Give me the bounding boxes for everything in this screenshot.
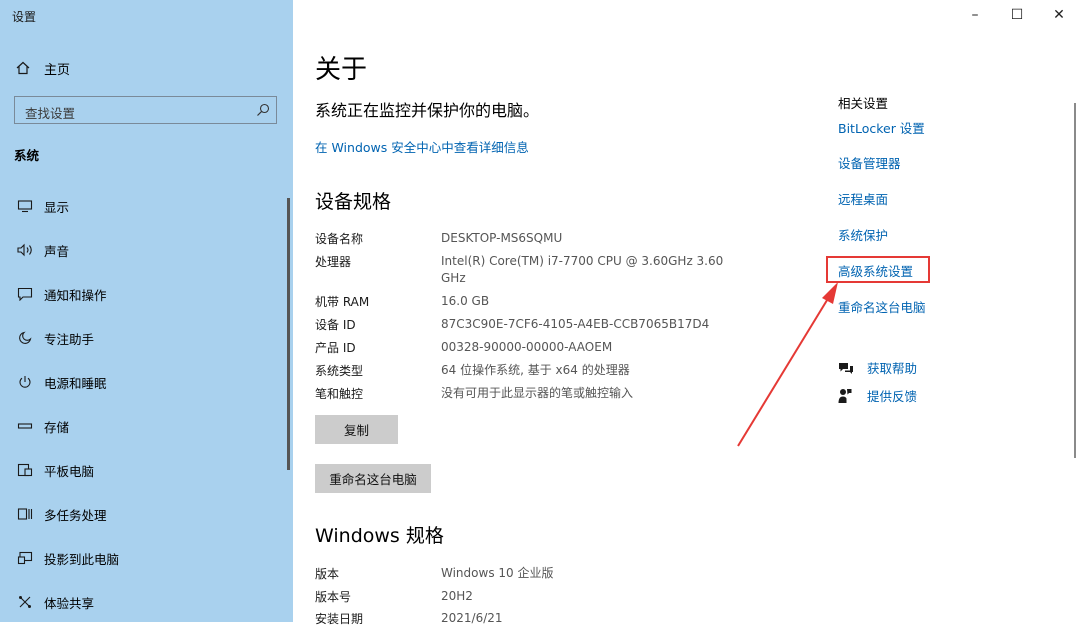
search-placeholder: 查找设置: [25, 106, 76, 121]
app-title: 设置: [12, 10, 37, 24]
page-title: 关于: [315, 55, 368, 85]
spec-value: 20H2: [441, 589, 473, 603]
spec-label: 设备名称: [315, 232, 364, 246]
sidebar-item-power-sleep[interactable]: 电源和睡眠: [0, 364, 284, 400]
maximize-button[interactable]: ☐: [996, 0, 1038, 30]
minimize-button[interactable]: –: [954, 0, 996, 30]
sidebar-item-label: 专注助手: [44, 331, 95, 347]
sidebar-item-focus-assist[interactable]: 专注助手: [0, 320, 284, 356]
spec-value: Intel(R) Core(TM) i7-7700 CPU @ 3.60GHz …: [441, 254, 724, 285]
spec-value: 没有可用于此显示器的笔或触控输入: [441, 386, 634, 400]
projector-icon: [15, 551, 35, 565]
sidebar-item-label: 存储: [44, 419, 70, 435]
sidebar-item-label: 声音: [44, 243, 70, 259]
feedback-icon: [838, 388, 854, 404]
storage-icon: [15, 421, 35, 431]
copy-button[interactable]: 复制: [315, 415, 398, 444]
sidebar-item-label: 通知和操作: [44, 287, 107, 303]
spec-label: 安装日期: [315, 612, 364, 626]
sidebar-scrollbar[interactable]: [287, 198, 290, 470]
spec-value: 64 位操作系统, 基于 x64 的处理器: [441, 363, 630, 377]
sidebar-item-multitasking[interactable]: 多任务处理: [0, 496, 284, 532]
spec-value: 16.0 GB: [441, 294, 490, 308]
spec-label: 设备 ID: [315, 318, 356, 332]
sidebar-item-tablet[interactable]: 平板电脑: [0, 452, 284, 488]
close-button[interactable]: ✕: [1038, 0, 1080, 30]
search-input[interactable]: 查找设置: [14, 96, 277, 124]
sidebar-home[interactable]: 主页: [16, 58, 70, 78]
related-settings-heading: 相关设置: [838, 96, 889, 111]
spec-label: 产品 ID: [315, 341, 356, 355]
feedback-link[interactable]: 提供反馈: [838, 386, 917, 405]
sidebar-item-label: 投影到此电脑: [44, 551, 120, 567]
rename-pc-link[interactable]: 重命名这台电脑: [838, 297, 926, 316]
search-icon[interactable]: [256, 102, 270, 121]
sidebar-item-label: 体验共享: [44, 595, 95, 611]
spec-value: 00328-90000-00000-AAOEM: [441, 340, 613, 354]
remote-desktop-link[interactable]: 远程桌面: [838, 189, 888, 208]
spec-label: 笔和触控: [315, 387, 364, 401]
get-help-link[interactable]: 获取帮助: [838, 358, 917, 377]
bitlocker-settings-link[interactable]: BitLocker 设置: [838, 118, 925, 137]
multitask-icon: [15, 507, 35, 521]
protection-status: 系统正在监控并保护你的电脑。: [315, 101, 540, 120]
sidebar-item-display[interactable]: 显示: [0, 188, 284, 224]
tablet-icon: [15, 463, 35, 477]
sidebar-item-label: 电源和睡眠: [44, 375, 107, 391]
spec-value: DESKTOP-MS6SQMU: [441, 231, 563, 245]
share-icon: [15, 595, 35, 609]
sidebar-item-project-to-pc[interactable]: 投影到此电脑: [0, 540, 284, 576]
system-protection-link[interactable]: 系统保护: [838, 225, 888, 244]
device-specs-heading: 设备规格: [315, 191, 392, 213]
rename-pc-button[interactable]: 重命名这台电脑: [315, 464, 431, 493]
get-help-label: 获取帮助: [867, 361, 918, 376]
spec-value: Windows 10 企业版: [441, 566, 554, 580]
spec-label: 处理器: [315, 255, 352, 269]
feedback-label: 提供反馈: [867, 389, 918, 404]
sidebar-item-notifications[interactable]: 通知和操作: [0, 276, 284, 312]
main-scrollbar[interactable]: [1074, 103, 1076, 458]
spec-label: 机带 RAM: [315, 295, 370, 309]
sidebar-home-label: 主页: [44, 62, 71, 78]
spec-label: 系统类型: [315, 364, 364, 378]
spec-label: 版本号: [315, 590, 352, 604]
monitor-icon: [15, 199, 35, 213]
help-chat-icon: [838, 361, 854, 375]
sidebar-section-title: 系统: [14, 148, 40, 163]
sidebar-item-label: 平板电脑: [44, 463, 95, 479]
windows-specs-heading: Windows 规格: [315, 525, 444, 547]
sidebar-item-shared-experiences[interactable]: 体验共享: [0, 584, 284, 620]
home-icon: [16, 61, 34, 75]
sidebar-item-storage[interactable]: 存储: [0, 408, 284, 444]
device-manager-link[interactable]: 设备管理器: [838, 153, 901, 172]
power-icon: [15, 375, 35, 389]
sidebar-item-label: 显示: [44, 199, 70, 215]
sidebar: 设置 主页 查找设置 系统 显示 声音 通知和操作 专注助手 电源和睡眠 存储 …: [0, 0, 293, 622]
spec-label: 版本: [315, 567, 340, 581]
spec-value: 87C3C90E-7CF6-4105-A4EB-CCB7065B17D4: [441, 317, 710, 331]
speaker-icon: [15, 243, 35, 257]
moon-icon: [15, 331, 35, 345]
highlight-box: [826, 256, 930, 283]
sidebar-item-sound[interactable]: 声音: [0, 232, 284, 268]
sidebar-item-label: 多任务处理: [44, 507, 107, 523]
security-center-link[interactable]: 在 Windows 安全中心中查看详细信息: [315, 137, 529, 156]
notification-icon: [15, 287, 35, 301]
spec-value: 2021/6/21: [441, 611, 503, 625]
